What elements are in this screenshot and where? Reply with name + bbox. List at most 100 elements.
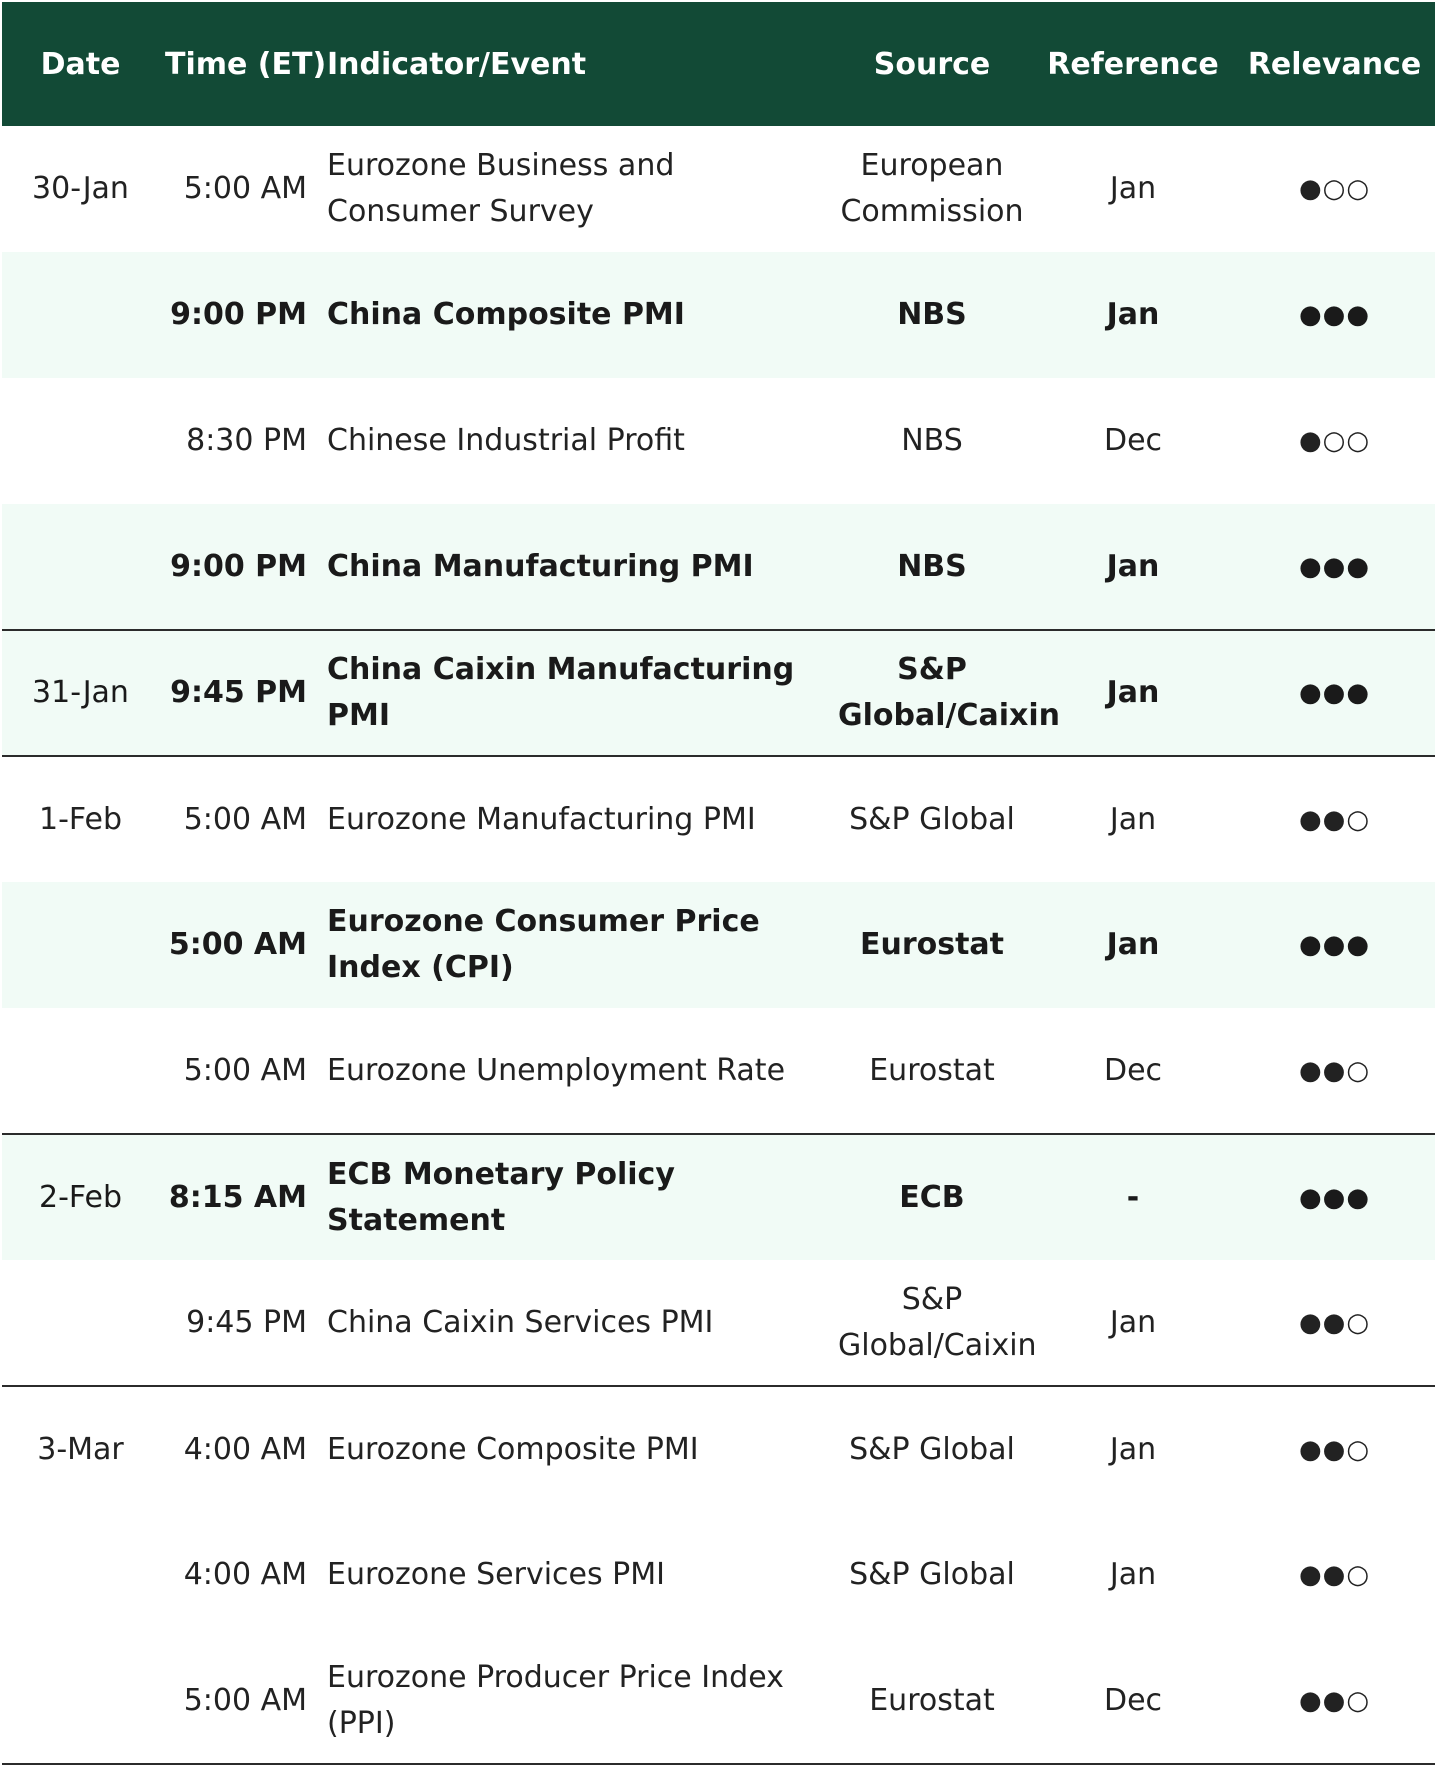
cell-indicator: Eurozone Producer Price Index (PPI): [319, 1638, 832, 1765]
header-source: Source: [873, 46, 991, 82]
cell-time: 5:00 AM: [183, 171, 307, 206]
cell-source: NBS: [832, 504, 1032, 631]
cell-time: 9:00 PM: [159, 504, 319, 631]
cell-source: Eurostat: [859, 927, 1005, 962]
cell-source: European Commission: [840, 148, 1024, 229]
cell-relevance: ●●●: [1298, 1182, 1371, 1213]
cell-relevance: ●●○: [1298, 1560, 1371, 1590]
header-time: Time (ET): [165, 46, 327, 82]
table-row: 1-Feb 5:00 AM Eurozone Manufacturing PMI…: [2, 756, 1435, 882]
cell-date: 1-Feb: [38, 801, 123, 837]
cell-source: S&P Global: [849, 1557, 1015, 1592]
cell-indicator: China Manufacturing PMI: [319, 504, 832, 631]
cell-indicator: China Caixin Services PMI: [319, 1260, 832, 1387]
cell-reference: Jan: [1106, 927, 1160, 962]
cell-indicator: Eurozone Services PMI: [327, 1557, 665, 1592]
cell-relevance: ●●●: [1298, 930, 1371, 960]
cell-date: 3-Mar: [37, 1431, 124, 1467]
cell-indicator: Eurozone Composite PMI: [327, 1431, 699, 1467]
cell-time: 9:45 PM: [159, 1260, 319, 1387]
cell-relevance: ●●○: [1298, 1434, 1371, 1465]
cell-source: NBS: [897, 297, 967, 332]
header-date: Date: [40, 46, 121, 82]
header-indicator: Indicator/Event: [327, 46, 587, 82]
table-header: Date Time (ET) Indicator/Event Source Re…: [2, 2, 1435, 126]
table-row: 9:00 PM China Composite PMI NBS Jan ●●●: [2, 252, 1435, 378]
cell-time: 5:00 AM: [159, 1008, 319, 1135]
table-row: 5:00 AM Eurozone Unemployment Rate Euros…: [2, 1008, 1435, 1135]
cell-relevance: ●●●: [1234, 630, 1435, 757]
cell-time: 8:15 AM: [168, 1179, 307, 1215]
cell-relevance: ●●○: [1298, 804, 1371, 835]
cell-indicator: China Caixin Manufacturing PMI: [319, 630, 832, 757]
table-row: 5:00 AM Eurozone Producer Price Index (P…: [2, 1638, 1435, 1765]
table-body: 30-Jan 5:00 AM Eurozone Business and Con…: [2, 126, 1435, 1765]
cell-date: [2, 1512, 159, 1638]
cell-source: S&P Global/Caixin: [832, 630, 1060, 757]
cell-reference: Dec: [1032, 1638, 1234, 1765]
table-row: 3-Mar 4:00 AM Eurozone Composite PMI S&P…: [2, 1386, 1435, 1512]
cell-date: [2, 1638, 159, 1765]
cell-reference: Jan: [1032, 630, 1234, 757]
cell-relevance: ●●●: [1298, 300, 1371, 330]
cell-date: 2-Feb: [38, 1179, 123, 1215]
cell-indicator: Eurozone Consumer Price Index (CPI): [327, 904, 760, 985]
cell-relevance: ●○○: [1298, 426, 1371, 456]
header-row: Date Time (ET) Indicator/Event Source Re…: [2, 2, 1435, 126]
cell-date: 31-Jan: [2, 630, 159, 757]
cell-indicator: China Composite PMI: [327, 297, 685, 332]
cell-date: [2, 1260, 159, 1387]
cell-relevance: ●●○: [1234, 1008, 1435, 1135]
cell-date: [2, 1008, 159, 1135]
economic-calendar-table: Date Time (ET) Indicator/Event Source Re…: [2, 2, 1435, 1765]
cell-time: 4:00 AM: [183, 1557, 307, 1592]
cell-reference: Dec: [1103, 423, 1163, 458]
cell-time: 8:30 PM: [186, 423, 307, 458]
cell-source: Eurostat: [832, 1638, 1032, 1765]
cell-time: 5:00 AM: [183, 801, 307, 837]
cell-source: ECB: [899, 1179, 965, 1215]
header-reference: Reference: [1047, 46, 1219, 82]
economic-calendar-page: Date Time (ET) Indicator/Event Source Re…: [0, 0, 1437, 1770]
cell-reference: Jan: [1109, 171, 1157, 206]
table-row: 9:45 PM China Caixin Services PMI S&P Gl…: [2, 1260, 1435, 1387]
cell-time: 5:00 AM: [159, 1638, 319, 1765]
cell-indicator: ECB Monetary Policy Statement: [327, 1156, 675, 1238]
cell-date: [2, 378, 159, 504]
cell-reference: Jan: [1109, 1431, 1157, 1467]
cell-date: [2, 504, 159, 631]
cell-relevance: ●○○: [1298, 174, 1371, 204]
cell-reference: Dec: [1032, 1008, 1234, 1135]
cell-reference: Jan: [1109, 801, 1157, 837]
table-row: 2-Feb 8:15 AM ECB Monetary Policy Statem…: [2, 1134, 1435, 1260]
cell-relevance: ●●○: [1234, 1260, 1435, 1387]
cell-reference: Jan: [1106, 297, 1160, 332]
cell-source: S&P Global: [849, 801, 1015, 837]
table-row: 4:00 AM Eurozone Services PMI S&P Global…: [2, 1512, 1435, 1638]
cell-time: 5:00 AM: [168, 927, 307, 962]
cell-indicator: Chinese Industrial Profit: [327, 423, 685, 458]
cell-source: S&P Global/Caixin: [832, 1260, 1037, 1387]
cell-date: [2, 252, 159, 378]
cell-relevance: ●●○: [1234, 1638, 1435, 1765]
cell-time: 9:00 PM: [170, 297, 307, 332]
cell-time: 4:00 AM: [183, 1431, 307, 1467]
cell-date: 30-Jan: [32, 171, 129, 206]
table-row: 31-Jan 9:45 PM China Caixin Manufacturin…: [2, 630, 1435, 757]
cell-indicator: Eurozone Business and Consumer Survey: [327, 148, 675, 229]
cell-reference: Jan: [1032, 1260, 1234, 1387]
cell-date: [2, 882, 159, 1008]
cell-reference: Jan: [1109, 1557, 1157, 1592]
cell-reference: Jan: [1032, 504, 1234, 631]
cell-source: S&P Global: [849, 1431, 1015, 1467]
header-relevance: Relevance: [1247, 46, 1422, 82]
cell-source: Eurostat: [832, 1008, 1032, 1135]
cell-indicator: Eurozone Manufacturing PMI: [327, 801, 756, 837]
cell-time: 9:45 PM: [159, 630, 319, 757]
cell-indicator: Eurozone Unemployment Rate: [319, 1008, 832, 1135]
table-row: 9:00 PM China Manufacturing PMI NBS Jan …: [2, 504, 1435, 631]
table-row: 8:30 PM Chinese Industrial Profit NBS De…: [2, 378, 1435, 504]
table-row: 5:00 AM Eurozone Consumer Price Index (C…: [2, 882, 1435, 1008]
cell-reference: -: [1126, 1179, 1140, 1215]
cell-source: NBS: [901, 423, 963, 458]
